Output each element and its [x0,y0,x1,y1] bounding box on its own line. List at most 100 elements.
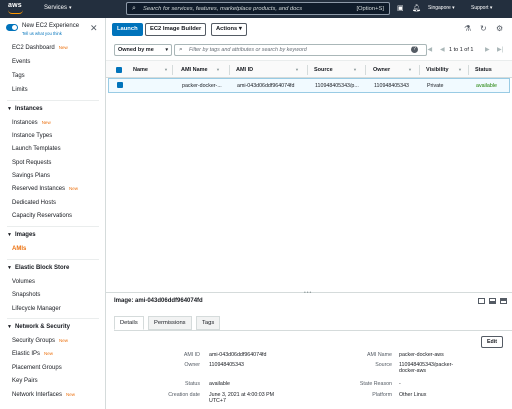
edit-button[interactable]: Edit [481,336,503,348]
sort-icon[interactable]: ▼ [295,67,299,72]
ec2-image-builder-button[interactable]: EC2 Image Builder [145,23,207,36]
cell-source: 110948405343/p... [315,83,359,89]
actions-dropdown[interactable]: Actions ▾ [211,23,247,36]
drag-handle-icon[interactable]: ••• [304,290,312,296]
cell-owner: 110948405343 [374,83,409,89]
previous-page-icon[interactable]: ◀ [440,46,445,53]
sidebar-item-placement-groups[interactable]: Placement Groups [12,365,62,371]
pagination-label: 1 to 1 of 1 [449,47,474,53]
notifications-bell-icon[interactable]: 🔔︎ [412,4,421,12]
launch-button[interactable]: Launch [112,23,143,36]
triangle-down-icon: ▼ [7,106,12,112]
sidebar-item-lifecycle-manager[interactable]: Lifecycle Manager [12,306,61,312]
search-icon: ⌕ [132,5,136,12]
sidebar-item-network-interfaces[interactable]: Network Interfaces New [12,392,75,398]
row-checkbox[interactable] [117,82,123,88]
sidebar-item-savings-plans[interactable]: Savings Plans [12,173,50,179]
column-separator [419,65,420,75]
region-selector[interactable]: Singapore ▾ [428,5,455,11]
new-badge: New [58,45,68,50]
divider [7,259,99,260]
split-horizontal-icon[interactable] [478,298,485,304]
settings-gear-icon[interactable]: ⚙ [496,24,503,33]
last-page-icon[interactable]: ▶| [497,46,503,53]
sidebar-item-capacity-reservations[interactable]: Capacity Reservations [12,213,72,219]
select-all-checkbox[interactable] [116,67,122,73]
close-icon[interactable]: ✕ [90,23,98,34]
filter-placeholder: Filter by tags and attributes or search … [189,47,307,53]
new-badge: New [59,338,69,343]
refresh-icon[interactable]: ↻ [480,24,487,33]
column-separator [172,65,173,75]
column-header-ami-id[interactable]: AMI ID [236,67,253,73]
owned-by-select[interactable]: Owned by me ▾ [114,44,172,56]
region-label: Singapore [428,5,451,11]
next-page-icon[interactable]: ▶ [485,46,490,53]
section-network-security[interactable]: ▼ Network & Security [7,324,70,330]
support-menu[interactable]: Support ▾ [471,5,492,11]
section-elastic-block-store[interactable]: ▼ Elastic Block Store [7,265,69,271]
value-ami-id: ami-043d06ddf964074fd [209,352,267,358]
aws-logo[interactable]: aws [5,1,27,16]
sidebar-item-ec2-dashboard[interactable]: EC2 Dashboard New [12,45,68,51]
split-bottom-icon[interactable] [489,298,496,304]
flask-icon[interactable]: ⚗ [464,24,471,33]
section-title: Elastic Block Store [14,265,70,271]
column-header-status[interactable]: Status [475,67,492,73]
sidebar-item-tags[interactable]: Tags [12,73,25,79]
sidebar-item-security-groups[interactable]: Security Groups New [12,338,68,344]
sidebar-item-launch-templates[interactable]: Launch Templates [12,146,61,152]
sidebar-item-key-pairs[interactable]: Key Pairs [12,378,38,384]
sidebar-item-instance-types[interactable]: Instance Types [12,133,52,139]
sidebar-item-amis[interactable]: AMIs [12,246,26,252]
sidebar-item-limits[interactable]: Limits [12,87,28,93]
sidebar-item-volumes[interactable]: Volumes [12,279,35,285]
feedback-link[interactable]: Tell us what you think [22,31,62,36]
sort-icon[interactable]: ▼ [216,67,220,72]
help-icon[interactable]: ? [411,46,418,53]
section-instances[interactable]: ▼ Instances [7,106,43,112]
sidebar-item-reserved-instances[interactable]: Reserved Instances New [12,186,78,192]
sidebar-item-elastic-ips[interactable]: Elastic IPs New [12,351,53,357]
top-navigation-bar: aws Services ▾ ⌕ Search for services, fea… [0,0,512,18]
column-header-source[interactable]: Source [314,67,333,73]
sidebar-item-events[interactable]: Events [12,59,30,65]
tab-permissions[interactable]: Permissions [148,316,192,330]
first-page-icon[interactable]: |◀ [426,46,432,53]
new-experience-toggle[interactable] [6,24,18,31]
section-images[interactable]: ▼ Images [7,232,36,238]
global-search-input[interactable]: ⌕ Search for services, features, marketp… [126,2,390,15]
sort-icon[interactable]: ▼ [164,67,168,72]
filter-search-input[interactable]: ⌕ Filter by tags and attributes or searc… [174,44,427,56]
label-owner: Owner [184,362,200,368]
owned-by-label: Owned by me [118,47,154,53]
label-ami-name: AMI Name [366,352,392,358]
caret-down-icon: ▾ [69,5,72,11]
sidebar-item-instances[interactable]: Instances New [12,120,51,126]
label-source: Source [375,362,392,368]
section-title: Instances [14,106,43,112]
sort-icon[interactable]: ▼ [408,67,412,72]
label-creation-date: Creation date [168,392,200,398]
aws-smile-icon [8,10,23,14]
column-header-owner[interactable]: Owner [373,67,390,73]
cloudshell-icon[interactable]: ▣ [397,4,404,12]
sidebar-item-snapshots[interactable]: Snapshots [12,292,40,298]
caret-down-icon: ▾ [165,47,168,53]
column-separator [229,65,230,75]
column-header-visibility[interactable]: Visibility [426,67,449,73]
split-top-icon[interactable] [500,298,507,304]
column-header-ami-name[interactable]: AMI Name [181,67,208,73]
sort-icon[interactable]: ▼ [353,67,357,72]
sidebar: New EC2 Experience Tell us what you thin… [0,18,106,409]
tab-tags[interactable]: Tags [196,316,221,330]
column-header-name[interactable]: Name [133,67,148,73]
sidebar-item-dedicated-hosts[interactable]: Dedicated Hosts [12,200,56,206]
tab-details[interactable]: Details [114,316,144,330]
table-row[interactable]: packer-docker-... ami-043d06ddf964074fd … [108,78,510,93]
sidebar-item-spot-requests[interactable]: Spot Requests [12,160,51,166]
divider [7,318,99,319]
services-menu[interactable]: Services ▾ [44,5,72,11]
sidebar-item-label: Security Groups [12,338,56,344]
sort-icon[interactable]: ▼ [458,67,462,72]
